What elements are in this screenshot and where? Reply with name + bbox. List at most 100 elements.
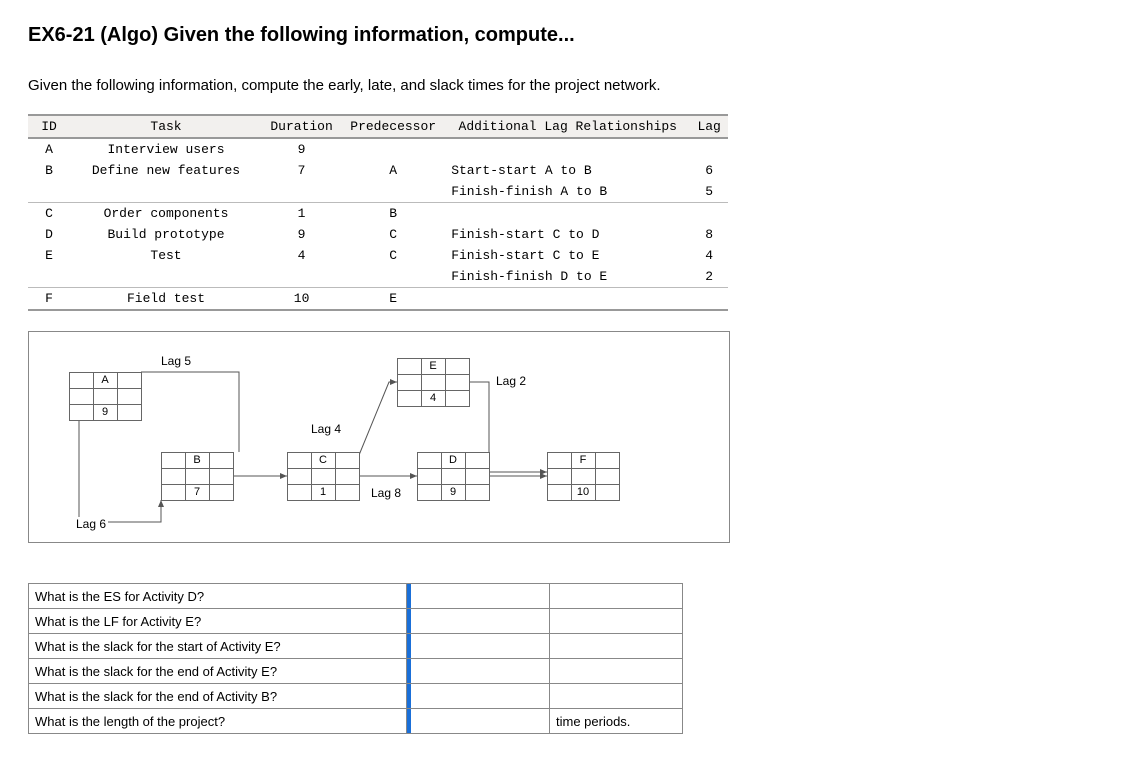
question-row: What is the length of the project? time … [29, 709, 683, 734]
network-diagram: A 9 B 7 C 1 E 4 D 9 F 10 Lag 5 Lag 6 Lag… [28, 331, 730, 543]
table-row: C Order components 1 B [28, 203, 728, 225]
cell: Define new features [70, 160, 262, 181]
cell: 4 [690, 245, 728, 266]
cell: Order components [70, 203, 262, 225]
cell [690, 203, 728, 225]
cell: Finish-finish D to E [445, 266, 690, 288]
question-row: What is the slack for the end of Activit… [29, 659, 683, 684]
table-row: Finish-finish A to B 5 [28, 181, 728, 203]
question-row: What is the slack for the start of Activ… [29, 634, 683, 659]
cell: Build prototype [70, 224, 262, 245]
table-row: A Interview users 9 [28, 138, 728, 160]
answer-input[interactable] [407, 584, 550, 609]
col-task: Task [70, 115, 262, 138]
table-row: F Field test 10 E [28, 288, 728, 311]
cell [341, 266, 445, 288]
unit-cell [550, 684, 683, 709]
cell: C [341, 245, 445, 266]
cell: A [341, 160, 445, 181]
cell [28, 181, 70, 203]
cell: E [341, 288, 445, 311]
node-a: A 9 [69, 372, 141, 420]
node-b: B 7 [161, 452, 233, 500]
cell: Finish-start C to D [445, 224, 690, 245]
cell [690, 288, 728, 311]
cell: 4 [262, 245, 341, 266]
cell [70, 266, 262, 288]
node-c: C 1 [287, 452, 359, 500]
cell [445, 203, 690, 225]
page-title: EX6-21 (Algo) Given the following inform… [28, 24, 1108, 47]
cell: 7 [262, 160, 341, 181]
question-text: What is the ES for Activity D? [29, 584, 407, 609]
node-f: F 10 [547, 452, 619, 500]
question-text: What is the slack for the start of Activ… [29, 634, 407, 659]
node-label: F [571, 452, 596, 469]
unit-cell [550, 634, 683, 659]
cell: 10 [262, 288, 341, 311]
cell: 9 [262, 224, 341, 245]
node-label: B [185, 452, 210, 469]
cell: A [28, 138, 70, 160]
lag-2-label: Lag 2 [494, 374, 528, 388]
answer-input[interactable] [407, 709, 550, 734]
node-label: E [421, 358, 446, 375]
cell [262, 266, 341, 288]
answer-input[interactable] [407, 684, 550, 709]
node-label: C [311, 452, 336, 469]
cell: F [28, 288, 70, 311]
cell: Start-start A to B [445, 160, 690, 181]
node-duration: 1 [311, 484, 336, 501]
unit-cell: time periods. [550, 709, 683, 734]
cell: B [341, 203, 445, 225]
activity-table: ID Task Duration Predecessor Additional … [28, 114, 728, 311]
answer-input[interactable] [407, 634, 550, 659]
node-duration: 4 [421, 390, 446, 407]
cell: Finish-finish A to B [445, 181, 690, 203]
diagram-arrows [29, 332, 729, 542]
cell [445, 138, 690, 160]
cell: C [341, 224, 445, 245]
node-label: A [93, 372, 118, 389]
cell: Interview users [70, 138, 262, 160]
cell [28, 266, 70, 288]
cell: 5 [690, 181, 728, 203]
question-row: What is the LF for Activity E? [29, 609, 683, 634]
table-row: B Define new features 7 A Start-start A … [28, 160, 728, 181]
cell [341, 181, 445, 203]
node-duration: 9 [93, 404, 118, 421]
cell [690, 138, 728, 160]
unit-cell [550, 584, 683, 609]
cell: 1 [262, 203, 341, 225]
question-text: What is the LF for Activity E? [29, 609, 407, 634]
node-duration: 10 [571, 484, 596, 501]
question-row: What is the ES for Activity D? [29, 584, 683, 609]
node-label: D [441, 452, 466, 469]
node-d: D 9 [417, 452, 489, 500]
lag-6-label: Lag 6 [74, 517, 108, 531]
answer-input[interactable] [407, 659, 550, 684]
answer-input[interactable] [407, 609, 550, 634]
cell [70, 181, 262, 203]
cell: 2 [690, 266, 728, 288]
questions-table: What is the ES for Activity D? What is t… [28, 583, 683, 734]
cell: B [28, 160, 70, 181]
col-id: ID [28, 115, 70, 138]
cell: Field test [70, 288, 262, 311]
cell: D [28, 224, 70, 245]
cell: Test [70, 245, 262, 266]
question-text: What is the length of the project? [29, 709, 407, 734]
cell: 6 [690, 160, 728, 181]
col-lag: Lag [690, 115, 728, 138]
table-row: D Build prototype 9 C Finish-start C to … [28, 224, 728, 245]
question-row: What is the slack for the end of Activit… [29, 684, 683, 709]
table-row: Finish-finish D to E 2 [28, 266, 728, 288]
lag-5-label: Lag 5 [159, 354, 193, 368]
prompt-text: Given the following information, compute… [28, 77, 1108, 94]
node-duration: 7 [185, 484, 210, 501]
lag-4-label: Lag 4 [309, 422, 343, 436]
node-duration: 9 [441, 484, 466, 501]
cell [445, 288, 690, 311]
cell: C [28, 203, 70, 225]
cell: 8 [690, 224, 728, 245]
